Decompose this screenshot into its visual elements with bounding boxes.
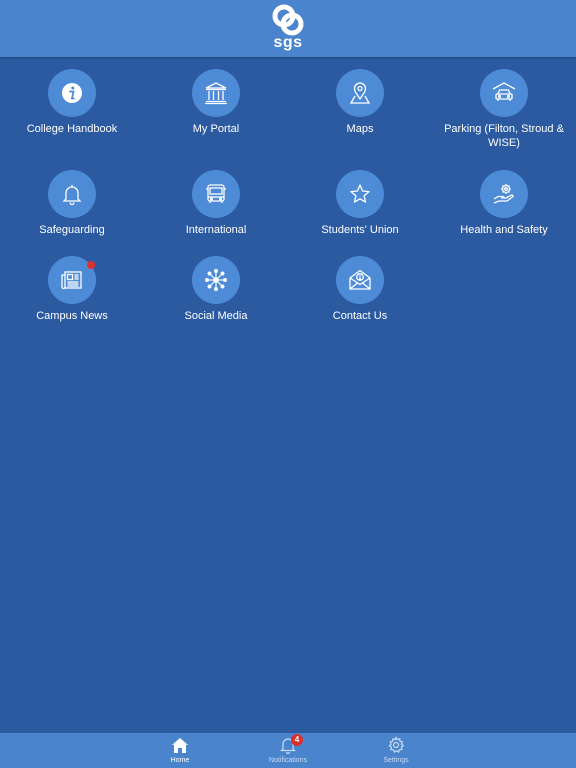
tile-my-portal[interactable]: My Portal: [144, 69, 288, 136]
car-garage-icon: [492, 82, 516, 101]
tile-circle: [48, 69, 96, 117]
sgs-logo-icon: [272, 4, 304, 36]
tile-circle: [48, 256, 96, 304]
tile-label: Maps: [346, 123, 374, 135]
tile-parking[interactable]: Parking (Filton, Stroud & WISE): [432, 69, 576, 150]
institution-icon: [205, 82, 227, 105]
tile-social-media[interactable]: Social Media: [144, 256, 288, 323]
bottom-tab-bar: Home 4 Notifications Settings: [0, 733, 576, 768]
tile-students-union[interactable]: Students' Union: [288, 170, 432, 237]
notification-count-badge: 4: [291, 734, 303, 746]
info-icon: [62, 83, 82, 103]
home-icon: [172, 738, 188, 753]
network-icon: [205, 269, 227, 291]
tile-safeguarding[interactable]: Safeguarding: [0, 170, 144, 237]
envelope-icon: [349, 269, 371, 290]
tile-circle: [336, 256, 384, 304]
app-screen: sgs College Handbook My Portal Maps Park…: [0, 0, 576, 768]
newspaper-icon: [61, 271, 82, 290]
tile-label: Parking (Filton, Stroud & WISE): [444, 123, 564, 149]
tile-college-handbook[interactable]: College Handbook: [0, 69, 144, 136]
tile-circle: [192, 69, 240, 117]
tile-label: Students' Union: [321, 224, 399, 236]
tile-label: Contact Us: [332, 310, 388, 322]
bus-icon: [206, 184, 226, 203]
tile-label: College Handbook: [26, 123, 118, 135]
hand-gear-icon: [493, 184, 514, 204]
tile-label: Health and Safety: [460, 224, 548, 236]
tab-notifications[interactable]: 4 Notifications: [243, 734, 333, 765]
tab-home[interactable]: Home: [135, 735, 225, 765]
tab-label: Notifications: [268, 757, 308, 764]
tile-circle: [480, 69, 528, 117]
tile-circle: [480, 170, 528, 218]
tile-circle: [336, 170, 384, 218]
tile-campus-news[interactable]: Campus News: [0, 256, 144, 323]
tab-label: Home: [170, 757, 190, 764]
tile-label: Campus News: [36, 310, 108, 322]
tab-icon-wrap: [386, 735, 406, 755]
tile-contact-us[interactable]: Contact Us: [288, 256, 432, 323]
bell-icon: [62, 185, 82, 206]
tile-label: Social Media: [184, 310, 248, 322]
tile-circle: [192, 170, 240, 218]
tab-icon-wrap: 4: [278, 734, 303, 755]
tile-circle: [192, 256, 240, 304]
tile-maps[interactable]: Maps: [288, 69, 432, 136]
tab-icon-wrap: [170, 735, 190, 755]
tab-label: Settings: [383, 757, 409, 764]
tile-health-and-safety[interactable]: Health and Safety: [432, 170, 576, 237]
app-header: sgs: [0, 0, 576, 57]
star-icon: [350, 184, 370, 203]
tile-label: International: [185, 224, 247, 236]
tile-label: Safeguarding: [39, 224, 105, 236]
logo-text: sgs: [273, 34, 303, 51]
tile-circle: [48, 170, 96, 218]
tile-label: My Portal: [192, 123, 240, 135]
tile-circle: [336, 69, 384, 117]
gear-icon: [388, 736, 405, 754]
new-content-dot: [87, 261, 95, 269]
tile-international[interactable]: International: [144, 170, 288, 237]
sgs-logo: sgs: [264, 4, 312, 54]
map-pin-icon: [349, 82, 371, 104]
tab-settings[interactable]: Settings: [351, 735, 441, 765]
